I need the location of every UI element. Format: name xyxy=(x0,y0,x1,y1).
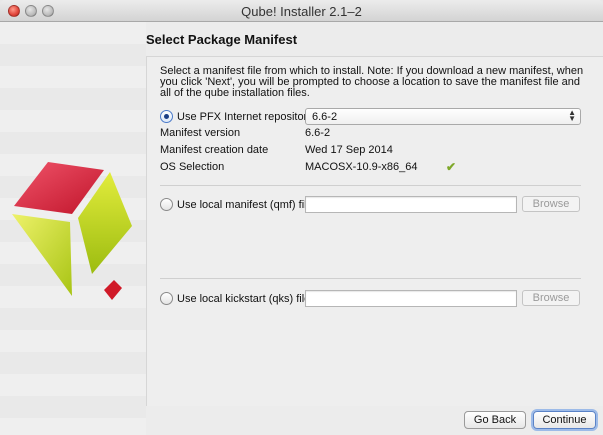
local-kickstart-label: Use local kickstart (qks) file xyxy=(177,292,311,305)
local-manifest-path-field[interactable] xyxy=(305,196,517,213)
intro-text: Select a manifest file from which to ins… xyxy=(160,65,584,99)
updown-arrows-icon: ▲ ▼ xyxy=(568,108,576,123)
local-kickstart-path-field[interactable] xyxy=(305,290,517,307)
version-select[interactable]: 6.6-2 ▲ ▼ xyxy=(305,108,581,125)
checkmark-icon: ✔ xyxy=(446,160,457,174)
local-manifest-label: Use local manifest (qmf) file xyxy=(177,198,313,211)
version-select-value: 6.6-2 xyxy=(312,111,338,123)
pfx-repository-option[interactable]: Use PFX Internet repository xyxy=(160,110,313,123)
window-title: Qube! Installer 2.1–2 xyxy=(241,4,362,19)
title-bar: Qube! Installer 2.1–2 xyxy=(0,0,603,22)
continue-button[interactable]: Continue xyxy=(533,411,596,429)
local-kickstart-radio[interactable] xyxy=(160,292,173,305)
divider xyxy=(160,185,581,186)
os-selection-label: OS Selection xyxy=(160,161,225,173)
go-back-button[interactable]: Go Back xyxy=(464,411,526,429)
local-manifest-browse-button[interactable]: Browse xyxy=(522,196,580,212)
page-heading: Select Package Manifest xyxy=(146,32,298,47)
local-kickstart-browse-button[interactable]: Browse xyxy=(522,290,580,306)
local-manifest-option[interactable]: Use local manifest (qmf) file xyxy=(160,198,313,211)
pfx-repository-radio[interactable] xyxy=(160,110,173,123)
os-selection-value: MACOSX-10.9-x86_64 xyxy=(305,161,418,173)
manifest-version-value: 6.6-2 xyxy=(305,127,331,139)
manifest-version-label: Manifest version xyxy=(160,127,241,139)
local-kickstart-option[interactable]: Use local kickstart (qks) file xyxy=(160,292,310,305)
qube-logo xyxy=(12,162,132,300)
logo-small-diamond xyxy=(104,280,122,300)
local-manifest-radio[interactable] xyxy=(160,198,173,211)
pfx-repository-label: Use PFX Internet repository xyxy=(177,110,313,123)
creation-date-value: Wed 17 Sep 2014 xyxy=(305,144,393,156)
creation-date-label: Manifest creation date xyxy=(160,144,269,156)
logo-left-face xyxy=(12,214,72,296)
installer-window: Qube! Installer 2.1–2 Select Package Man… xyxy=(0,0,603,435)
divider xyxy=(160,278,581,279)
